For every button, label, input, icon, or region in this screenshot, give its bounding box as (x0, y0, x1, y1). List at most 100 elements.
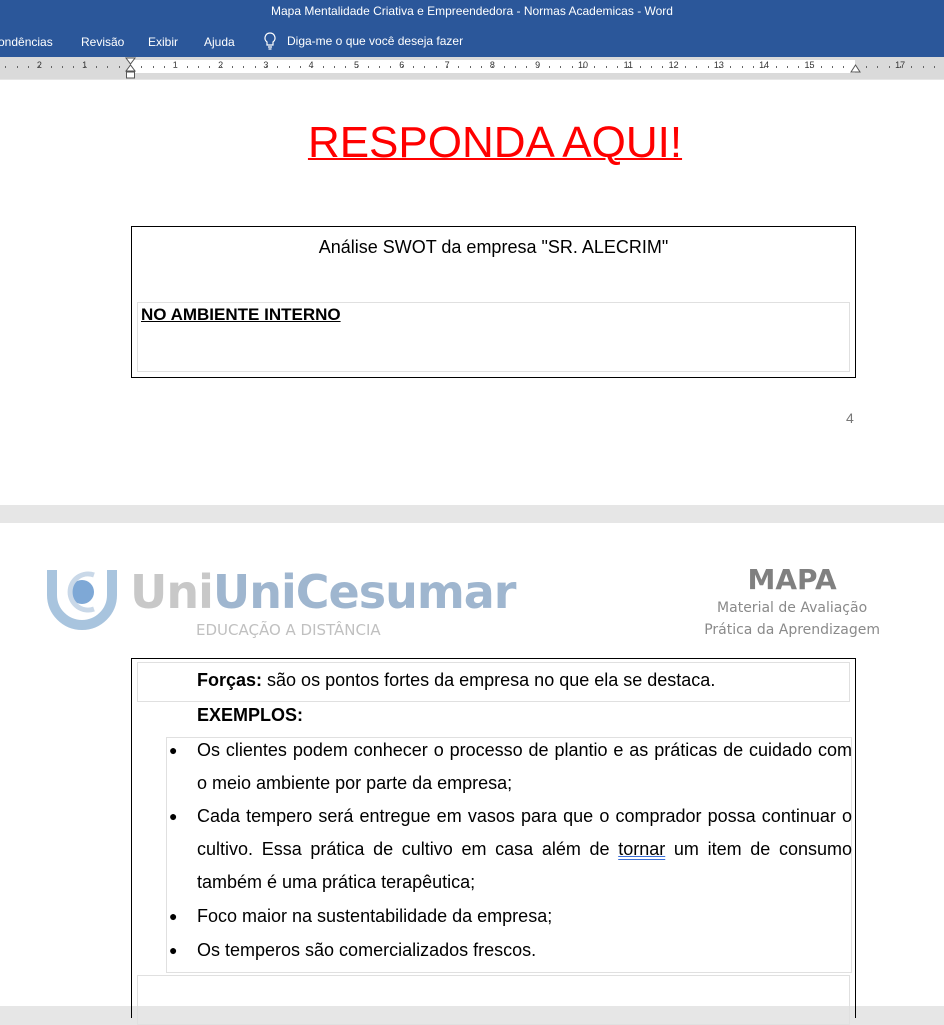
ruler-tick (798, 66, 800, 68)
ruler-tick (209, 66, 211, 68)
mapa-subtitle-2: Prática da Aprendizagem (704, 622, 880, 638)
ruler-number: 17 (895, 60, 906, 70)
bullet-icon: ● (169, 742, 178, 758)
ruler-tick (186, 66, 188, 68)
ruler-tick (900, 66, 902, 68)
ruler-tick (50, 66, 52, 68)
ruler-number: 12 (668, 60, 679, 70)
list-item-text: Os clientes podem conhecer o processo de… (197, 740, 852, 793)
internal-environment-heading: NO AMBIENTE INTERNO (141, 305, 341, 324)
logo-tagline: EDUCAÇÃO A DISTÂNCIA (196, 621, 381, 639)
ruler-tick (809, 66, 811, 68)
ruler-number: 5 (353, 60, 360, 70)
ruler-tick (662, 66, 664, 68)
ruler-tick (163, 66, 165, 68)
internal-environment-cell[interactable]: NO AMBIENTE INTERNO (137, 302, 850, 372)
horizontal-ruler[interactable]: 2 1 1 2 3 4 5 6 7 8 9 10 11 12 13 14 15 17 (0, 57, 944, 79)
strengths-text: são os pontos fortes da empresa no que e… (262, 670, 716, 690)
ruler-tick (571, 66, 573, 68)
page-4: RESPONDA AQUI! Análise SWOT da empresa "… (0, 80, 944, 505)
ruler-tick (277, 66, 279, 68)
ruler-number: 9 (535, 60, 541, 70)
ruler-number: 7 (444, 60, 450, 70)
ruler-tick (843, 66, 845, 68)
ruler-tick (481, 66, 483, 68)
ruler-number: 2 (218, 60, 224, 70)
list-item: ● Cada tempero será entregue em vasos par… (169, 800, 852, 899)
list-item: ● Os temperos são comercializados frescos… (169, 934, 852, 967)
ruler-tick (356, 66, 358, 68)
ruler-number: 15 (804, 60, 815, 70)
ruler-tick (775, 66, 777, 68)
next-cell[interactable] (137, 975, 850, 1025)
ruler-tick (526, 66, 528, 68)
ruler-tick (594, 66, 596, 68)
ruler-tick (265, 66, 267, 68)
ruler-tick (832, 66, 834, 68)
ruler-tick (888, 66, 890, 68)
ruler-tick (820, 66, 822, 68)
tab-ajuda[interactable]: Ajuda (204, 35, 235, 49)
ruler-tick (934, 66, 936, 68)
lightbulb-icon (264, 32, 276, 50)
ruler-tick (73, 66, 75, 68)
ruler-number: 2 (36, 60, 42, 70)
ruler-number: 8 (489, 60, 495, 70)
page-number: 4 (846, 410, 854, 426)
ruler-tick (752, 66, 754, 68)
ruler-tick (390, 66, 392, 68)
ruler-tick (435, 66, 437, 68)
ruler-tick (152, 66, 154, 68)
list-item: ● Os clientes podem conhecer o processo d… (169, 734, 852, 800)
ruler-tick (118, 66, 120, 68)
ruler-tick (311, 66, 313, 68)
logo-name: UniCesumar (212, 565, 517, 619)
list-item-text: Foco maior na sustentabilidade da empres… (197, 906, 553, 926)
ruler-tick (628, 66, 630, 68)
tab-correspondencias[interactable]: ondências (0, 35, 53, 49)
mapa-title: MAPA (747, 563, 837, 596)
ruler-number: 13 (713, 60, 724, 70)
ruler-tick (107, 66, 109, 68)
ruler-tick (639, 66, 641, 68)
ruler-tick (333, 66, 335, 68)
ruler-number: 11 (623, 60, 633, 70)
ruler-tick (616, 66, 618, 68)
ruler-tick (696, 66, 698, 68)
strengths-label: Forças: (197, 670, 263, 690)
ruler-tick (231, 66, 233, 68)
ruler-tick (707, 66, 709, 68)
unicesumar-logo: UniUniCesumar EDUCAÇÃO A DISTÂNCIA (44, 563, 516, 643)
tell-me-box[interactable]: Diga-me o que você deseja fazer (263, 32, 463, 50)
ruler-tick (866, 66, 868, 68)
tab-revisao[interactable]: Revisão (81, 35, 124, 49)
ruler-tick (424, 66, 426, 68)
strengths-table: Forças: são os pontos fortes da empresa … (131, 658, 856, 1025)
ruler-tick (650, 66, 652, 68)
ruler-tick (583, 66, 584, 68)
right-indent-marker-icon[interactable] (850, 63, 861, 73)
ruler-tick (401, 66, 403, 68)
ruler-tick (413, 66, 415, 68)
tab-exibir[interactable]: Exibir (148, 35, 178, 49)
ruler-tick (560, 66, 562, 68)
ruler-tick (447, 66, 449, 68)
ruler-number: 4 (308, 60, 314, 70)
grammar-flagged-word[interactable]: tornar (618, 839, 665, 859)
ruler-tick (141, 66, 143, 68)
indent-marker-icon[interactable] (125, 57, 136, 79)
ruler-tick (673, 66, 675, 68)
ruler-tick (367, 66, 369, 68)
window-title: Mapa Mentalidade Criativa e Empreendedor… (271, 4, 673, 18)
examples-label: EXEMPLOS: (197, 705, 304, 725)
ruler-tick (254, 66, 256, 68)
ruler-tick (492, 66, 494, 68)
examples-list[interactable]: ● Os clientes podem conhecer o processo d… (166, 737, 852, 973)
ruler-number: 3 (263, 60, 269, 70)
title-bar: Mapa Mentalidade Criativa e Empreendedor… (0, 0, 944, 28)
ruler-tick (220, 66, 222, 68)
ribbon-tabs: ondências Revisão Exibir Ajuda Diga-me o… (0, 28, 944, 57)
ruler-tick (515, 66, 517, 68)
ruler-tick (5, 66, 7, 68)
ruler-tick (322, 66, 324, 68)
